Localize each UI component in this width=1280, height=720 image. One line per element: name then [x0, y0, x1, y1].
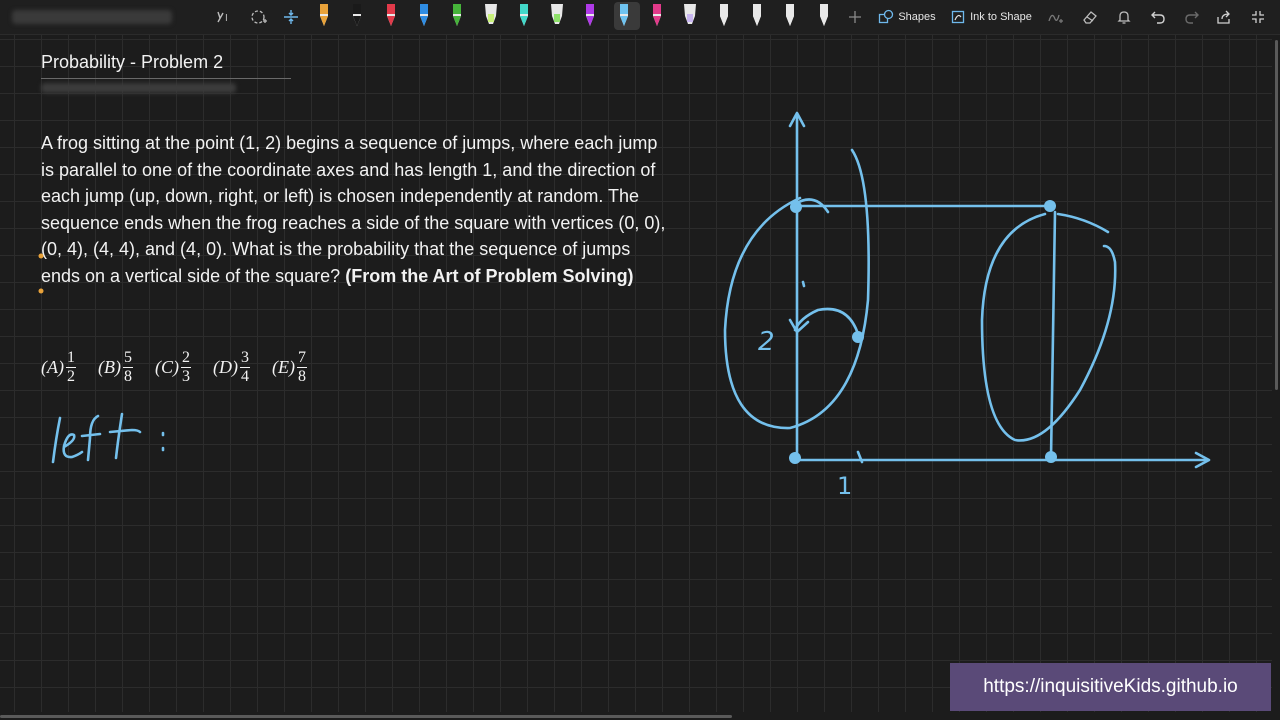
share-button[interactable] — [1212, 3, 1236, 31]
answer-choice: (E) 7 8 — [272, 349, 307, 386]
plus-icon — [849, 11, 861, 23]
pen-white-1-icon — [719, 4, 728, 26]
redo-icon — [1185, 11, 1199, 24]
choice-letter: (A) — [41, 356, 64, 377]
problem-text: A frog sitting at the point (1, 2) begin… — [41, 133, 666, 286]
title-divider — [41, 78, 291, 79]
blurred-page-date — [41, 83, 236, 93]
pen-red-icon — [386, 4, 395, 26]
fraction-denominator: 2 — [66, 367, 75, 385]
text-select-icon: I — [217, 11, 228, 24]
highlighter-green[interactable] — [547, 2, 567, 30]
eraser-button[interactable] — [1078, 3, 1102, 31]
choice-fraction: 58 — [122, 348, 133, 386]
lasso-icon — [251, 10, 267, 24]
choice-fraction: 78 — [296, 348, 307, 386]
pen-black-icon — [353, 4, 362, 26]
choice-letter: (C) — [154, 356, 179, 377]
answer-choice: (B) 5 8 — [98, 349, 133, 386]
eraser-icon — [1083, 11, 1097, 24]
choice-fraction: 12 — [65, 348, 76, 386]
choice-letter: (E) — [271, 356, 295, 377]
pen-teal-icon — [519, 4, 528, 26]
undo-icon — [1151, 11, 1165, 24]
pen-white-1[interactable] — [714, 2, 734, 30]
fraction-numerator: 1 — [65, 348, 76, 368]
pen-pink-icon — [653, 4, 661, 26]
svg-text:I: I — [225, 13, 228, 24]
pen-purple-icon — [586, 4, 595, 26]
bell-icon — [1117, 11, 1131, 24]
ink-to-math-icon — [1048, 14, 1063, 23]
choice-fraction: 34 — [239, 348, 250, 386]
pen-purple[interactable] — [580, 2, 600, 30]
pen-green[interactable] — [447, 2, 467, 30]
pen-blue[interactable] — [414, 2, 434, 30]
lasso-select-tool[interactable] — [246, 3, 272, 31]
pen-white-3-icon — [786, 4, 795, 26]
vertical-scrollbar[interactable] — [1275, 40, 1278, 390]
pen-red[interactable] — [381, 2, 401, 30]
pen-pink[interactable] — [647, 2, 667, 30]
problem-source: (From the Art of Problem Solving) — [345, 265, 634, 286]
shapes-label: Shapes — [898, 11, 936, 23]
choice-fraction: 23 — [180, 348, 191, 386]
fullscreen-icon — [1252, 11, 1264, 23]
pen-black[interactable] — [347, 2, 367, 30]
pen-teal[interactable] — [514, 2, 534, 30]
answer-choice: (C) 2 3 — [155, 349, 191, 386]
answer-choices: (A) 1 2 (B) 5 8 (C) 2 3 (D) 3 4 (E) 7 8 — [41, 342, 329, 392]
pen-green-icon — [453, 4, 462, 26]
choice-letter: (D) — [212, 356, 238, 377]
add-space-tool[interactable] — [278, 3, 304, 31]
add-pen-button[interactable] — [843, 3, 867, 31]
watermark-url: https://inquisitiveKids.github.io — [983, 676, 1238, 697]
fraction-denominator: 3 — [181, 367, 190, 385]
notifications-button[interactable] — [1112, 3, 1136, 31]
undo-button[interactable] — [1146, 3, 1170, 31]
pen-white-2[interactable] — [747, 2, 767, 30]
pen-light-blue-icon — [619, 4, 628, 26]
pen-orange-icon — [320, 4, 328, 26]
fraction-numerator: 5 — [122, 348, 133, 368]
fraction-numerator: 2 — [180, 348, 191, 368]
pen-white-2-icon — [752, 4, 761, 26]
redo-button[interactable] — [1180, 3, 1204, 31]
highlighter-lavender[interactable] — [680, 2, 700, 30]
highlighter-lavender-icon — [684, 4, 697, 24]
fullscreen-button[interactable] — [1246, 3, 1270, 31]
horizontal-scrollbar[interactable] — [0, 715, 732, 718]
add-space-icon — [284, 10, 298, 24]
pen-blue-icon — [419, 4, 428, 26]
choice-letter: (B) — [97, 356, 121, 377]
answer-choice: (A) 1 2 — [41, 349, 76, 386]
pen-white-4[interactable] — [814, 2, 834, 30]
share-icon — [1217, 10, 1230, 24]
fraction-denominator: 8 — [123, 367, 132, 385]
ink-to-shape-icon — [951, 10, 965, 24]
drawing-toolbar: I Shapes Ink to Shape — [0, 0, 1280, 35]
fraction-denominator: 4 — [240, 367, 249, 385]
highlighter-green-icon — [551, 4, 564, 24]
answer-choice: (D) 3 4 — [213, 349, 250, 386]
ink-to-shape-button[interactable]: Ink to Shape — [948, 3, 1034, 31]
pen-light-blue[interactable] — [613, 2, 640, 30]
ink-to-shape-label: Ink to Shape — [970, 11, 1032, 23]
highlighter-yellow-green-icon — [484, 4, 497, 24]
fraction-numerator: 7 — [296, 348, 307, 368]
shapes-button[interactable]: Shapes — [877, 3, 937, 31]
blurred-notebook-name — [12, 10, 172, 24]
fraction-denominator: 8 — [297, 367, 306, 385]
pen-white-4-icon — [819, 4, 828, 26]
page-title[interactable]: Probability - Problem 2 — [41, 52, 223, 73]
problem-statement[interactable]: A frog sitting at the point (1, 2) begin… — [41, 130, 671, 289]
highlighter-yellow-green[interactable] — [481, 2, 501, 30]
fraction-numerator: 3 — [239, 348, 250, 368]
pen-orange[interactable] — [314, 2, 334, 30]
site-watermark[interactable]: https://inquisitiveKids.github.io — [950, 663, 1271, 711]
pen-white-3[interactable] — [780, 2, 800, 30]
ink-to-math-button[interactable] — [1044, 3, 1068, 31]
shapes-icon — [879, 9, 894, 24]
text-select-tool[interactable]: I — [212, 3, 238, 31]
